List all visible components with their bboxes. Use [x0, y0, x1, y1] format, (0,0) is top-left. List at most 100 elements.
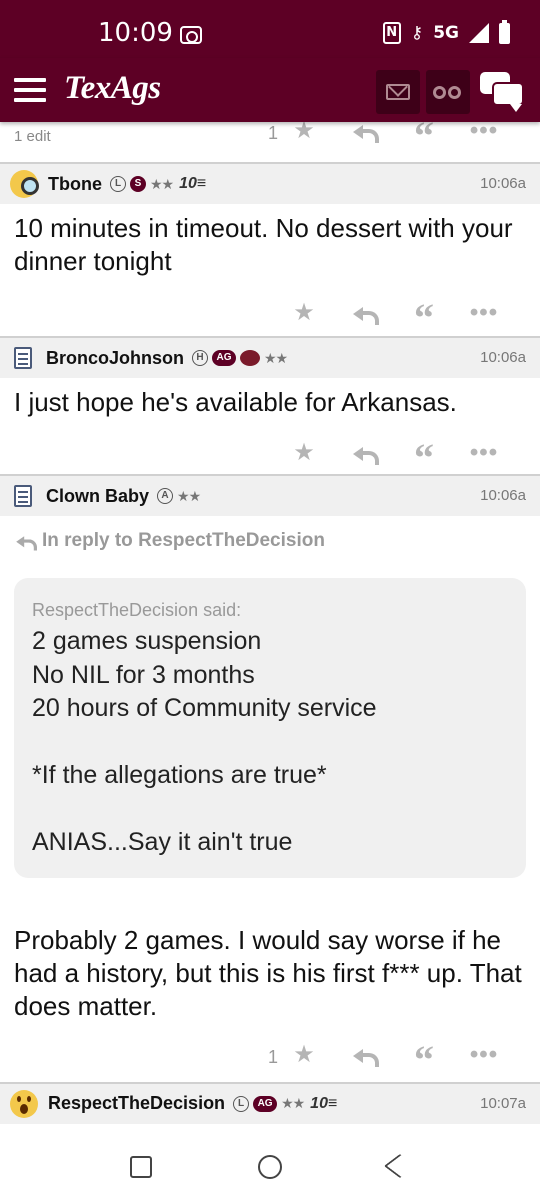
avatar[interactable] [14, 485, 32, 507]
back-icon[interactable] [388, 1155, 412, 1179]
more-icon: ••• [469, 1040, 499, 1068]
badge-l: L [110, 176, 126, 192]
like-button[interactable]: ★ [274, 441, 334, 465]
like-button[interactable]: 1 ★ [268, 122, 334, 143]
status-bar: 10:09 N ⚷ 5G [0, 0, 540, 58]
more-button[interactable]: ••• [454, 301, 514, 325]
menu-icon[interactable] [14, 78, 46, 102]
quote-line: *If the allegations are true* [32, 761, 327, 789]
rating-stars: ★★ [150, 175, 174, 192]
like-button[interactable]: ★ [274, 301, 334, 325]
watch-button[interactable] [426, 70, 470, 114]
more-icon: ••• [469, 439, 499, 466]
post-time[interactable]: 10:06a [480, 175, 526, 192]
more-icon: ••• [469, 122, 499, 144]
avatar[interactable] [10, 1089, 38, 1118]
rank-badge: 10 [179, 175, 206, 193]
reply-icon [16, 535, 38, 551]
quote-button[interactable]: “ [394, 298, 454, 338]
badge-ag: AG [253, 1095, 278, 1112]
signal-icon [469, 23, 489, 43]
post-body: Probably 2 games. I would say worse if h… [14, 924, 522, 1021]
chat-icon[interactable] [480, 72, 524, 112]
quoted-post[interactable]: RespectTheDecision said: 2 games suspens… [14, 578, 526, 878]
rating-stars: ★★ [281, 1095, 305, 1111]
rating-stars: ★★ [264, 349, 288, 366]
recents-icon[interactable] [130, 1156, 152, 1178]
post-body: I just hope he's available for Arkansas. [14, 387, 457, 417]
messages-button[interactable] [376, 70, 420, 114]
badge-ag: AG [212, 350, 236, 366]
reply-icon [353, 306, 379, 325]
team-logo-icon [240, 350, 260, 366]
post-footer: 1 ★ “ ••• [0, 1030, 540, 1084]
app-header: TexAgs [0, 58, 540, 122]
in-reply-to-link[interactable]: In reply to RespectTheDecision [0, 516, 540, 552]
quote-button[interactable]: “ [394, 1039, 454, 1079]
quote-author: RespectTheDecision said: [32, 600, 242, 620]
quote-icon: “ [414, 435, 434, 480]
post-footer: 1 edit 1 ★ “ ••• [0, 122, 540, 164]
reply-icon [353, 124, 379, 143]
avatar[interactable] [14, 347, 32, 369]
binoculars-icon [433, 86, 446, 99]
home-icon[interactable] [258, 1155, 282, 1179]
like-button[interactable]: 1 ★ [268, 1042, 334, 1067]
more-button[interactable]: ••• [454, 1040, 514, 1068]
post-body: 10 minutes in timeout. No dessert with y… [14, 213, 513, 276]
username[interactable]: BroncoJohnson [46, 348, 184, 369]
rating-stars: ★★ [177, 487, 201, 504]
quote-line: 2 games suspension [32, 627, 262, 655]
quote-button[interactable]: “ [394, 438, 454, 478]
more-button[interactable]: ••• [454, 122, 514, 143]
username[interactable]: Tbone [48, 174, 102, 195]
status-icons: N ⚷ 5G [382, 19, 510, 44]
thread-feed[interactable]: 1 edit 1★ “ ••• Tbone L S ★★ 10 10:06a 1… [0, 122, 540, 1134]
post-time[interactable]: 10:06a [480, 349, 526, 366]
quote-line [32, 793, 508, 827]
key-icon: ⚷ [410, 23, 424, 43]
post-footer: ★ “ ••• [0, 428, 540, 478]
post-header: Clown Baby A ★★ 10:06a [0, 476, 540, 516]
post-time[interactable]: 10:06a [480, 487, 526, 504]
reply-icon [353, 1048, 379, 1067]
post-header: Tbone L S ★★ 10 10:06a [0, 164, 540, 204]
network-label: 5G [433, 23, 459, 43]
badge-a: A [157, 488, 174, 504]
post-footer: ★ “ ••• [0, 288, 540, 338]
reply-button[interactable] [334, 1043, 394, 1067]
edit-count[interactable]: 1 edit [14, 128, 51, 145]
in-reply-to-text: In reply to RespectTheDecision [42, 530, 325, 551]
quote-icon: “ [414, 1036, 434, 1082]
post: RespectTheDecision L AG ★★ 10 10:07a [0, 1083, 540, 1124]
reply-button[interactable] [334, 301, 394, 325]
post-header: BroncoJohnson H AG ★★ 10:06a [0, 338, 540, 378]
badge-s: S [130, 176, 146, 192]
badge-l: L [233, 1095, 250, 1112]
rank-badge: 10 [310, 1095, 337, 1113]
app-logo[interactable]: TexAgs [64, 70, 161, 107]
quote-button[interactable]: “ [394, 122, 454, 156]
quote-line: 20 hours of Community service [32, 694, 377, 722]
system-nav-bar [0, 1134, 540, 1200]
username[interactable]: Clown Baby [46, 486, 149, 507]
quote-line: No NIL for 3 months [32, 660, 255, 689]
avatar[interactable] [10, 170, 39, 198]
nfc-icon: N [382, 22, 401, 44]
post: BroncoJohnson H AG ★★ 10:06a I just hope… [0, 338, 540, 478]
mail-icon [386, 84, 410, 100]
reply-button[interactable] [334, 122, 394, 143]
quote-icon: “ [414, 295, 434, 340]
username[interactable]: RespectTheDecision [48, 1093, 225, 1114]
quote-line: ANIAS...Say it ain't true [32, 828, 293, 856]
reply-icon [353, 446, 379, 465]
more-button[interactable]: ••• [454, 441, 514, 465]
reply-button[interactable] [334, 441, 394, 465]
post: Clown Baby A ★★ 10:06a In reply to Respe… [0, 476, 540, 1084]
status-time: 10:09 [98, 18, 173, 48]
quote-icon: “ [414, 122, 434, 158]
post-header: RespectTheDecision L AG ★★ 10 10:07a [0, 1083, 540, 1124]
screen-record-icon [180, 26, 202, 44]
post-actions: 1 ★ “ ••• [268, 1039, 514, 1079]
post-time[interactable]: 10:07a [480, 1095, 526, 1112]
